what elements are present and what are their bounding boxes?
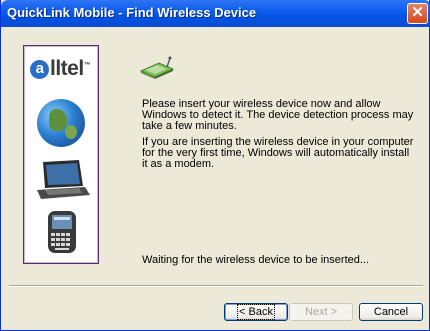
logo-text: lltel xyxy=(50,57,84,80)
cancel-button[interactable]: Cancel xyxy=(359,303,423,321)
logo-mark: a xyxy=(30,60,49,79)
next-button-label: Next > xyxy=(304,306,338,318)
close-button[interactable]: ✕ xyxy=(407,3,428,24)
smartphone-icon xyxy=(48,211,76,253)
close-icon: ✕ xyxy=(411,4,424,21)
back-button[interactable]: < Back xyxy=(224,303,288,321)
alltel-logo: a lltel™ xyxy=(30,57,91,81)
next-button[interactable]: Next > xyxy=(289,303,353,321)
cancel-button-label: Cancel xyxy=(373,306,409,318)
status-text: Waiting for the wireless device to be in… xyxy=(142,254,370,266)
laptop-icon xyxy=(37,160,90,199)
instruction-paragraph: Please insert your wireless device now a… xyxy=(142,98,414,132)
button-divider xyxy=(9,285,423,287)
globe-icon xyxy=(37,99,85,147)
first-time-note: If you are inserting the wireless device… xyxy=(142,136,414,170)
wireless-card-icon xyxy=(139,56,175,79)
wizard-window: QuickLink Mobile - Find Wireless Device … xyxy=(0,0,430,331)
brand-side-panel: a lltel™ xyxy=(23,45,99,264)
logo-trademark: ™ xyxy=(83,62,91,69)
back-button-label: < Back xyxy=(237,304,275,320)
window-title: QuickLink Mobile - Find Wireless Device xyxy=(7,5,257,20)
title-bar[interactable]: QuickLink Mobile - Find Wireless Device … xyxy=(1,0,430,27)
